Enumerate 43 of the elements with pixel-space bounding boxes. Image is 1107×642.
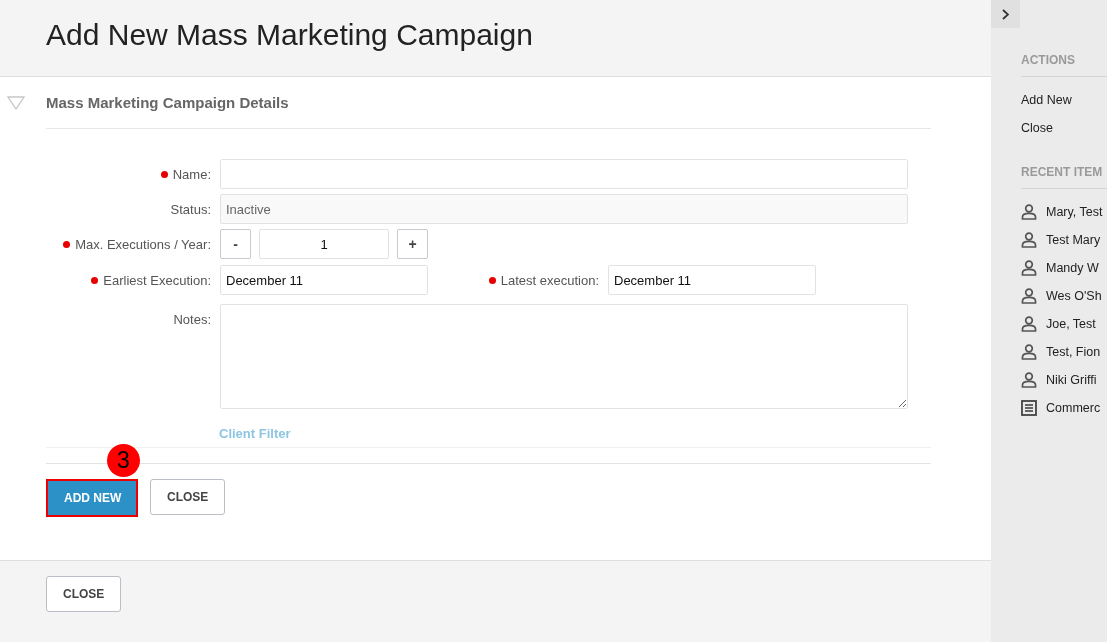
sidebar-heading: RECENT ITEM [1021, 164, 1103, 180]
sidebar-link[interactable]: Add New [1021, 86, 1072, 114]
sidebar-link[interactable]: Test Mary [1021, 226, 1101, 254]
decrement-button[interactable]: - [220, 229, 251, 259]
sidebar-link[interactable]: Commerc [1021, 394, 1101, 422]
person-icon [1021, 260, 1037, 276]
close-button[interactable]: CLOSE [150, 479, 226, 515]
date-field[interactable]: December 11 [220, 265, 428, 295]
person-icon [1021, 316, 1037, 332]
chevron-right-icon [1002, 8, 1009, 20]
sidebar-link[interactable]: Wes O'Sh [1021, 282, 1102, 310]
sidebar-heading: ACTIONS [1021, 52, 1075, 68]
sidebar-toggle-button[interactable] [991, 0, 1020, 28]
readonly-field: Inactive [220, 194, 908, 224]
person-icon [1021, 344, 1037, 360]
date-field[interactable]: December 11 [608, 265, 816, 295]
sidebar-link[interactable]: Test, Fion [1021, 338, 1101, 366]
sidebar-link[interactable]: Niki Griffi [1021, 366, 1097, 394]
page-title: Add New Mass Marketing Campaign [46, 18, 533, 52]
sidebar-link[interactable]: Mandy W [1021, 254, 1099, 282]
field-label: Name: [172, 166, 211, 182]
field-label: Latest execution: [500, 272, 599, 288]
field-label: Earliest Execution: [103, 272, 211, 288]
person-icon [1021, 204, 1037, 220]
notes-field[interactable] [220, 304, 908, 409]
field-label: Notes: [173, 312, 211, 327]
field-label: Max. Executions / Year: [75, 236, 211, 252]
sidebar-link[interactable]: Close [1021, 114, 1053, 142]
document-icon [1021, 400, 1037, 416]
add-button[interactable]: ADD NEW [46, 479, 138, 517]
increment-button[interactable]: + [397, 229, 428, 259]
section-title: Mass Marketing Campaign Details [46, 94, 289, 111]
person-icon [1021, 372, 1037, 388]
sidebar-link[interactable]: Mary, Test [1021, 198, 1103, 226]
triangle-down-icon[interactable] [7, 95, 25, 110]
person-icon [1021, 288, 1037, 304]
field-label: Status: [170, 201, 211, 217]
step-number-marker: 3 [107, 444, 140, 477]
sidebar-link[interactable]: Joe, Test [1021, 310, 1096, 338]
close-button[interactable]: CLOSE [46, 576, 122, 612]
number-field[interactable]: 1 [259, 229, 389, 259]
input-field[interactable] [220, 159, 908, 189]
person-icon [1021, 232, 1037, 248]
